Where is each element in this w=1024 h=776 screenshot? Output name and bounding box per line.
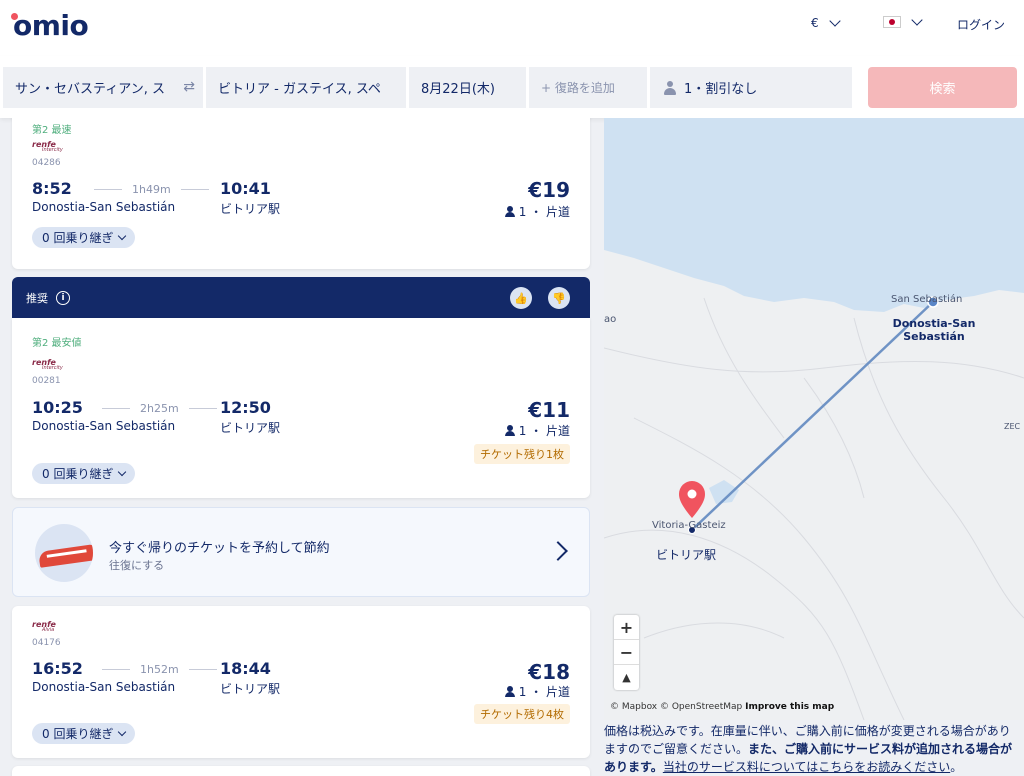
destination-city-label: Vitoria-Gasteiz [652,520,726,531]
improve-map-link[interactable]: Improve this map [745,702,834,712]
map-place-label: ao [604,314,617,325]
arrival-station: ビトリア駅 [220,421,281,435]
recommended-label: 推奨 i [26,290,70,306]
departure-time: 10:25 [32,398,83,417]
recommended-banner: 推奨 i 👍 👎 [12,277,590,318]
seats-left-badge: チケット残り4枚 [474,704,570,724]
add-return-field[interactable]: + 復路を追加 [529,67,647,108]
chevron-down-icon [118,231,127,240]
chevron-right-icon [548,541,568,561]
map-attribution: © Mapbox © OpenStreetMap Improve this ma… [610,702,835,712]
result-card[interactable]: renfe Alvia 04176 16:52 1h52m 18:44 Donos… [12,606,590,758]
destination-station-label: ビトリア駅 [656,548,717,562]
language-selector[interactable] [883,14,923,28]
passengers-value: 1・割引なし [684,82,758,97]
chevron-down-icon [828,15,841,27]
login-label: ログイン [957,18,1006,32]
destination-field[interactable]: ビトリア - ガステイス, スペ [206,67,406,108]
zoom-out-button[interactable]: − [614,640,639,665]
passenger-info: 1 ・ 片道 [504,422,570,439]
japan-flag-icon [883,16,901,28]
passengers-field[interactable]: 1・割引なし [650,67,852,108]
origin-field[interactable]: サン・セバスティアン, ス ⇄ [3,67,203,108]
origin-city-label: San Sebastián [891,294,963,305]
train-illustration [35,524,93,582]
arrival-time: 12:50 [220,398,271,417]
result-card[interactable]: 第2 最安値 renfe Intercity 00281 10:25 2h25m … [12,318,590,498]
duration: 2h25m [92,402,227,415]
person-icon [662,80,678,96]
date-value: 8月22日(木) [421,82,495,97]
train-number: 04176 [32,638,61,648]
operator-logo: renfe Intercity [32,140,63,153]
transfers-toggle[interactable]: 0 回乗り継ぎ [32,463,136,484]
chevron-down-icon [911,14,923,26]
transfers-toggle[interactable]: 0 回乗り継ぎ [32,723,136,744]
info-icon[interactable]: i [56,291,70,305]
map-zoom-controls: + − ▲ [614,615,639,690]
promo-subtitle: 往復にする [109,559,165,572]
chevron-down-icon [118,467,127,476]
passenger-info: 1 ・ 片道 [504,203,570,220]
seats-left-badge: チケット残り1枚 [474,444,570,464]
price-disclaimer: 価格は税込みです。在庫量に伴い、ご購入前に価格が変更される場合がありますのでご留… [604,724,1013,774]
results-list: 第2 最速 renfe Intercity 04286 8:52 1h49m 10… [0,118,604,776]
result-card[interactable]: 第2 最速 renfe Intercity 04286 8:52 1h49m 10… [12,118,590,269]
departure-time: 16:52 [32,659,83,678]
return-ticket-promo[interactable]: 今すぐ帰りのチケットを予約して節約 往復にする [12,507,590,597]
person-icon [504,206,515,217]
chevron-down-icon [118,727,127,736]
person-icon [504,686,515,697]
operator-logo: renfe Intercity [32,358,63,371]
currency-label: € [811,16,819,30]
search-button-label: 検索 [929,82,956,97]
origin-station-label: Donostia-San Sebastián [892,317,976,343]
omio-logo[interactable]: omio [11,9,89,42]
duration: 1h49m [84,183,219,196]
passenger-info: 1 ・ 片道 [504,683,570,700]
departure-time: 8:52 [32,179,72,198]
map-place-label: ZEC [1004,422,1021,431]
arrival-station: ビトリア駅 [220,202,281,216]
top-navigation: omio € ログイン [0,0,1024,56]
arrival-time: 10:41 [220,179,271,198]
arrival-station: ビトリア駅 [220,682,281,696]
price: €11 [528,398,570,422]
origin-value: サン・セバスティアン, ス [15,82,165,97]
train-number: 04286 [32,158,61,168]
operator-logo: renfe Alvia [32,620,56,633]
transfers-toggle[interactable]: 0 回乗り継ぎ [32,227,136,248]
result-tag: 第2 最安値 [32,338,82,349]
search-bar: サン・セバスティアン, ス ⇄ ビトリア - ガステイス, スペ 8月22日(木… [0,56,1024,118]
logo-dot [11,13,18,20]
date-field[interactable]: 8月22日(木) [409,67,526,108]
swap-icon[interactable]: ⇄ [183,79,195,95]
promo-title: 今すぐ帰りのチケットを予約して節約 [109,541,330,556]
duration: 1h52m [92,663,227,676]
result-card[interactable] [12,766,590,776]
departure-station: Donostia-San Sebastián [32,200,176,214]
thumbs-down-icon[interactable]: 👎 [548,287,570,309]
price: €18 [528,660,570,684]
departure-station: Donostia-San Sebastián [32,419,176,433]
add-return-placeholder: + 復路を追加 [541,81,615,95]
thumbs-up-icon[interactable]: 👍 [510,287,532,309]
departure-station: Donostia-San Sebastián [32,680,176,694]
map-canvas [604,118,1024,720]
zoom-in-button[interactable]: + [614,615,639,640]
destination-value: ビトリア - ガステイス, スペ [218,82,381,97]
search-button[interactable]: 検索 [868,67,1017,108]
route-map[interactable]: ao ZEC San Sebastián Donostia-San Sebast… [604,118,1024,720]
person-icon [504,425,515,436]
result-tag: 第2 最速 [32,125,72,136]
train-number: 00281 [32,376,61,386]
login-link[interactable]: ログイン [957,16,1005,33]
currency-selector[interactable]: € [811,15,841,30]
compass-icon[interactable]: ▲ [614,665,639,690]
arrival-time: 18:44 [220,659,271,678]
service-fee-link[interactable]: 当社のサービス料についてはこちらをお読みください [663,760,950,774]
price: €19 [528,178,570,202]
